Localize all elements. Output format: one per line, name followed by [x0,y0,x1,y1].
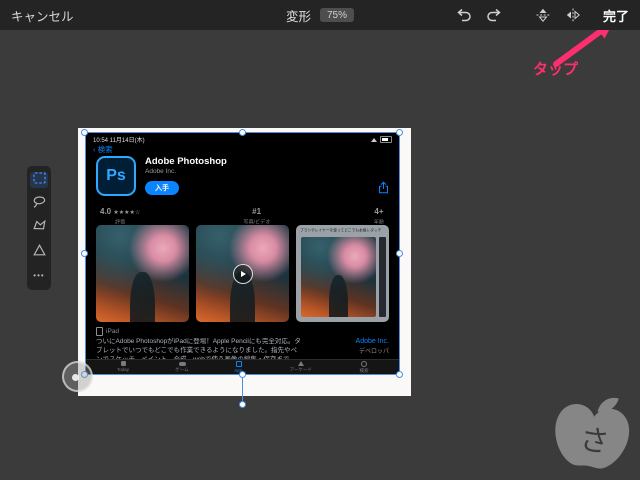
top-toolbar: キャンセル 変形 75% 完了 [0,0,640,30]
done-button[interactable]: 完了 [603,6,629,25]
rotate-handle[interactable] [239,401,246,408]
touch-indicator [62,361,93,392]
flip-vertical-button[interactable] [535,7,551,23]
battery-icon [380,136,392,143]
search-icon [360,360,367,367]
games-icon [178,361,186,366]
embedded-app-info: Adobe Photoshop Adobe Inc. 入手 [145,156,378,202]
watermark-glyph: さ [578,422,612,460]
mode-label: 変形 [285,9,311,24]
ipad-icon [96,327,103,336]
embedded-get-button: 入手 [145,181,179,195]
embedded-status-bar: 10:54 11月14日(木) [93,135,392,144]
embedded-rating: 4.0 ★★★★☆ 評価 [100,207,140,226]
triangle-select-icon [32,243,47,262]
device-label-text: iPad [106,328,120,335]
marquee-select-icon [32,171,47,190]
zoom-badge[interactable]: 75% [320,8,355,22]
arcade-icon [297,361,304,366]
play-overlay [196,225,289,322]
embedded-device-label: iPad [96,327,119,336]
apple-watermark-icon: さ [555,397,630,469]
apps-icon [235,360,242,367]
tab-label: ゲーム [175,367,189,372]
cancel-button[interactable]: キャンセル [11,6,74,25]
ellipsis-icon: ••• [33,271,45,280]
polygon-lasso-icon [32,219,47,238]
tab-label: Today [117,367,130,373]
transform-handle-top-left[interactable] [81,129,88,136]
rank-value: #1 [252,207,262,216]
embedded-age: 4+ 年齢 [373,207,385,226]
screenshot-caption: ブラシやレイヤーを使ってどこでも本格レタッチ [300,228,382,233]
toolbar-actions: 完了 [455,6,629,25]
polygon-lasso-tool[interactable] [30,219,48,238]
more-tools-button[interactable]: ••• [30,268,48,284]
age-value: 4+ [374,207,384,216]
embedded-tab-search: 検索 [358,360,370,374]
transform-handle-mid-left[interactable] [81,250,88,257]
embedded-screenshots-row: ブラシやレイヤーを使ってどこでも本格レタッチ [96,225,389,322]
embedded-status-time: 10:54 11月14日(木) [93,138,145,144]
tap-annotation-label: タップ [533,61,579,78]
embedded-screenshot-1 [96,225,189,322]
embedded-back-link: ‹ 検索 [93,145,113,154]
lasso-tool[interactable] [30,195,48,214]
artwork-image [301,237,376,317]
embedded-rank: #1 写真/ビデオ [241,207,273,226]
transform-select-tool[interactable] [30,171,48,190]
embedded-tab-today: Today [115,361,131,373]
artwork-image [96,225,189,322]
developer-link: Adobe Inc. [355,338,389,345]
rating-value: 4.0 [100,207,112,216]
transform-handle-top-center[interactable] [239,129,246,136]
transform-handle-bottom-right[interactable] [396,371,403,378]
tab-label: アーケード [289,367,313,373]
developer-caption: デベロッパ [358,349,389,355]
lasso-icon [32,195,47,214]
transform-handle-mid-right[interactable] [396,250,403,257]
embedded-app-header: Ps Adobe Photoshop Adobe Inc. 入手 [96,156,389,202]
today-icon [120,361,126,366]
redo-button[interactable] [486,8,503,22]
rating-stars: ★★★★☆ [113,210,141,216]
flip-horizontal-icon [565,7,581,23]
wifi-icon [371,137,377,142]
tab-label: 検索 [359,368,369,373]
redo-icon [486,8,503,22]
transform-handle-bottom-center[interactable] [239,371,246,378]
embedded-status-icons [371,136,392,143]
transform-handle-top-right[interactable] [396,129,403,136]
undo-button[interactable] [455,8,472,22]
share-icon [378,181,389,199]
embedded-developer-column: Adobe Inc. デベロッパ [356,338,389,355]
embedded-screenshot-2 [196,225,289,322]
embedded-appstore-screenshot-layer[interactable]: 10:54 11月14日(木) ‹ 検索 Ps Adobe Photoshop … [85,132,400,375]
embedded-screenshot-3: ブラシやレイヤーを使ってどこでも本格レタッチ [296,225,389,322]
undo-icon [455,8,472,22]
embedded-tab-arcade: アーケード [286,361,316,373]
app-ui-panel [379,237,386,317]
flip-horizontal-button[interactable] [565,7,581,23]
photoshop-ipad-transform-screen: キャンセル 変形 75% 完了 10:54 11月14日(木) ‹ 検索 Ps … [0,0,640,480]
embedded-app-title: Adobe Photoshop [145,156,227,167]
left-tool-rail: ••• [27,166,51,290]
photoshop-app-icon: Ps [96,156,136,196]
play-triangle [240,270,246,277]
freeform-select-tool[interactable] [30,243,48,262]
mode-indicator: 変形 75% [285,0,355,30]
embedded-tab-games: ゲーム [173,361,191,373]
play-button-icon [232,263,253,284]
embedded-meta-row: 4.0 ★★★★☆ 評価 #1 写真/ビデオ 4+ 年齢 [100,207,385,226]
flip-vertical-icon [535,7,551,23]
embedded-app-developer: Adobe Inc. [145,168,177,175]
